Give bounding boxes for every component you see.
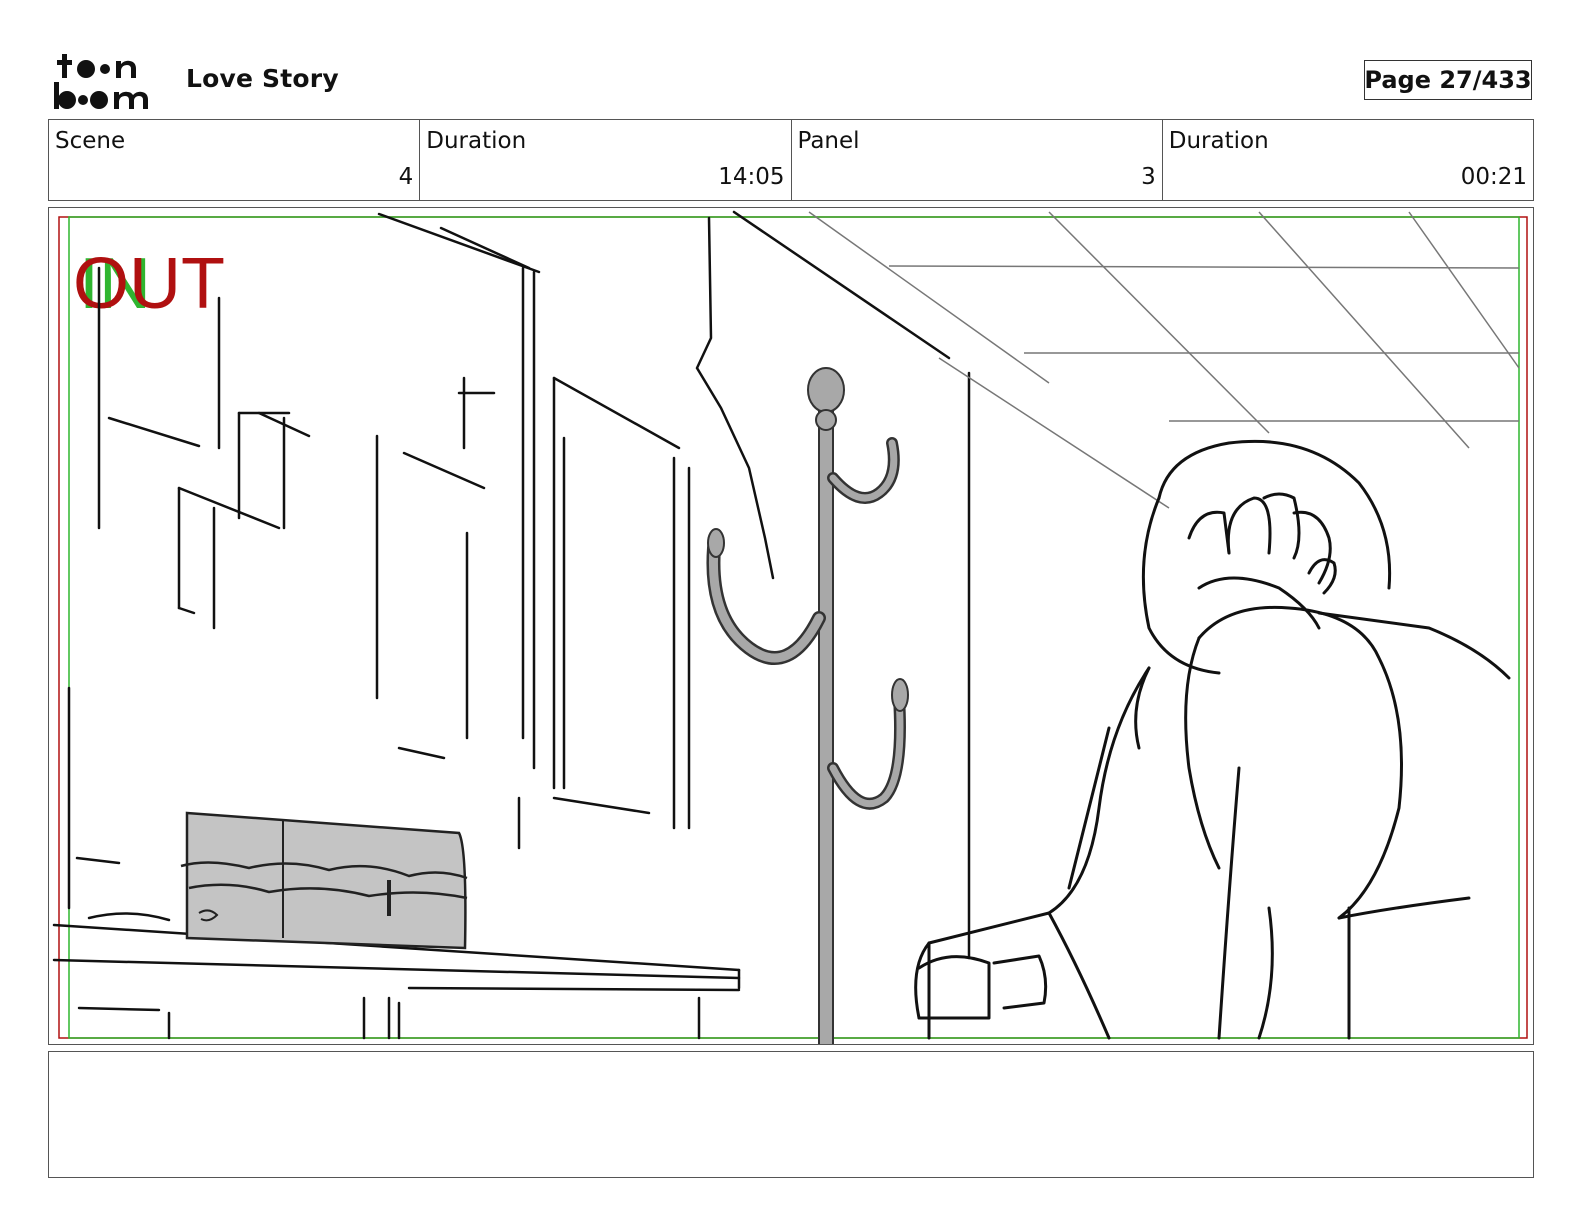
page-number: 27/433 bbox=[1439, 66, 1532, 94]
coat-rack-drawing bbox=[706, 367, 909, 1044]
panel-sketch: IN OUT bbox=[52, 210, 1528, 1044]
scene-info-table: Scene 4 Duration 14:05 Panel 3 Duration … bbox=[48, 119, 1534, 201]
scene-label: Scene bbox=[55, 128, 126, 154]
scene-cell: Scene 4 bbox=[49, 120, 421, 200]
scene-value: 4 bbox=[398, 164, 414, 190]
chest-drawing bbox=[180, 811, 468, 950]
panel-cell: Panel 3 bbox=[792, 120, 1163, 200]
character-drawing bbox=[914, 439, 1511, 1040]
page-indicator: Page 27/433 bbox=[1364, 60, 1532, 100]
storyboard-panel: IN OUT bbox=[48, 207, 1534, 1045]
panel-duration-cell: Duration 00:21 bbox=[1163, 120, 1533, 200]
page-label: Page bbox=[1364, 66, 1431, 94]
scene-duration-value: 14:05 bbox=[718, 164, 785, 190]
panel-notes-box bbox=[48, 1051, 1534, 1178]
project-title: Love Story bbox=[186, 64, 339, 93]
scene-duration-cell: Duration 14:05 bbox=[420, 120, 792, 200]
panel-duration-label: Duration bbox=[1168, 128, 1269, 154]
out-marker: OUT bbox=[73, 244, 225, 324]
toonboom-logo bbox=[54, 54, 148, 109]
scene-duration-label: Duration bbox=[426, 128, 527, 154]
panel-duration-value: 00:21 bbox=[1460, 164, 1527, 190]
panel-value: 3 bbox=[1141, 164, 1156, 190]
panel-label: Panel bbox=[797, 128, 860, 154]
